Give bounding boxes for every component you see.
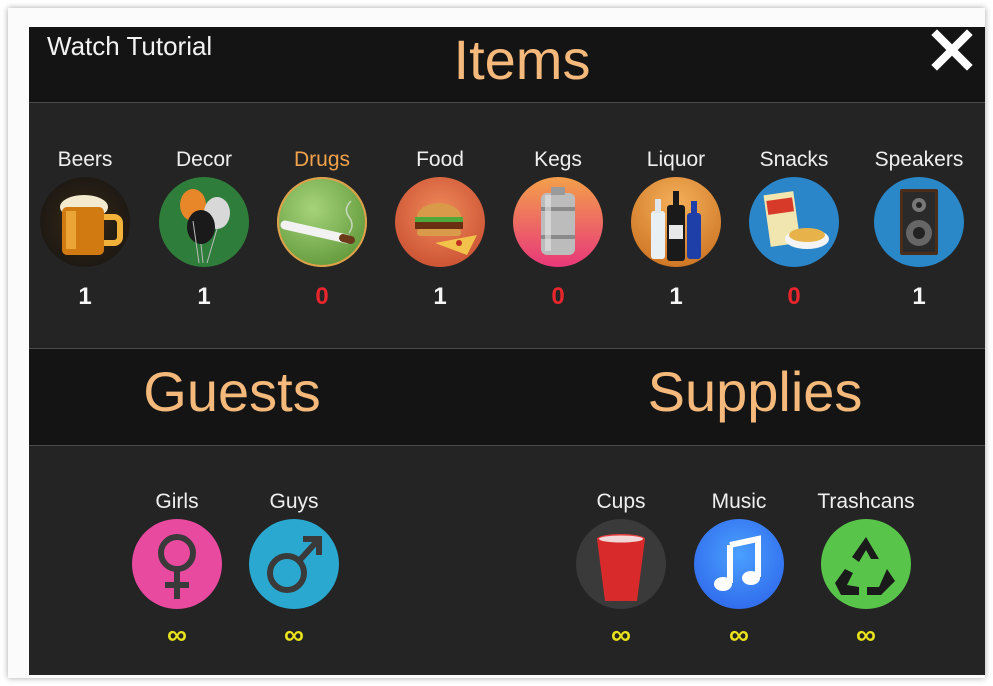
guest-label: Girls (155, 490, 199, 513)
item-drugs[interactable]: Drugs 0 (267, 147, 377, 311)
item-count: 0 (551, 283, 565, 310)
supply-label: Music (711, 490, 767, 513)
item-label: Kegs (534, 148, 582, 171)
male-symbol-icon (249, 519, 339, 609)
music-note-icon (694, 519, 784, 609)
item-count: 1 (197, 283, 211, 310)
item-label: Beers (57, 148, 113, 171)
item-speakers[interactable]: Speakers 1 (864, 147, 974, 311)
item-label: Decor (175, 148, 233, 171)
red-cup-icon (576, 519, 666, 609)
guest-guys[interactable]: Guys ∞ (239, 489, 349, 651)
supplies-title: Supplies (647, 360, 863, 423)
burger-pizza-icon (395, 177, 485, 267)
supply-count: ∞ (856, 619, 876, 650)
supply-cups[interactable]: Cups ∞ (566, 489, 676, 651)
close-button[interactable] (931, 29, 973, 71)
item-snacks[interactable]: Snacks 0 (739, 147, 849, 311)
item-liquor[interactable]: Liquor 1 (621, 147, 731, 311)
guests-supplies-area: Girls ∞ Guys ∞ Cups ∞ Music ∞ Trashcans … (29, 446, 985, 675)
items-header-bar: Watch Tutorial Items (29, 27, 985, 102)
items-grid: Beers 1 Decor 1 Drugs 0 Food 1 Kegs 0 Li… (29, 103, 985, 348)
item-count: 1 (433, 283, 447, 310)
supply-label: Cups (596, 490, 646, 513)
item-label: Drugs (293, 148, 351, 171)
item-label: Food (416, 148, 464, 171)
speaker-icon (874, 177, 964, 267)
item-decor[interactable]: Decor 1 (149, 147, 259, 311)
sections-header-bar: Guests Supplies (29, 349, 985, 445)
watch-tutorial-button[interactable]: Watch Tutorial (47, 31, 212, 62)
guest-girls[interactable]: Girls ∞ (122, 489, 232, 651)
item-count: 1 (912, 283, 926, 310)
keg-icon (513, 177, 603, 267)
guests-title: Guests (143, 360, 321, 423)
close-icon (931, 29, 973, 71)
item-count: 1 (669, 283, 683, 310)
item-count: 1 (78, 283, 92, 310)
guest-label: Guys (269, 490, 319, 513)
guest-count: ∞ (167, 619, 187, 650)
item-beers[interactable]: Beers 1 (30, 147, 140, 311)
items-title: Items (453, 28, 591, 91)
supply-trashcans[interactable]: Trashcans ∞ (811, 489, 921, 651)
item-label: Liquor (646, 148, 706, 171)
supply-count: ∞ (611, 619, 631, 650)
balloons-icon (159, 177, 249, 267)
supply-music[interactable]: Music ∞ (684, 489, 794, 651)
item-food[interactable]: Food 1 (385, 147, 495, 311)
joint-icon (277, 177, 367, 267)
female-symbol-icon (132, 519, 222, 609)
guest-count: ∞ (284, 619, 304, 650)
item-kegs[interactable]: Kegs 0 (503, 147, 613, 311)
recycle-icon (821, 519, 911, 609)
item-label: Snacks (759, 148, 829, 171)
item-label: Speakers (874, 148, 964, 171)
supply-count: ∞ (729, 619, 749, 650)
snacks-icon (749, 177, 839, 267)
beer-mug-icon (40, 177, 130, 267)
supply-label: Trashcans (817, 490, 915, 513)
liquor-bottles-icon (631, 177, 721, 267)
item-count: 0 (315, 283, 329, 310)
item-count: 0 (787, 283, 801, 310)
